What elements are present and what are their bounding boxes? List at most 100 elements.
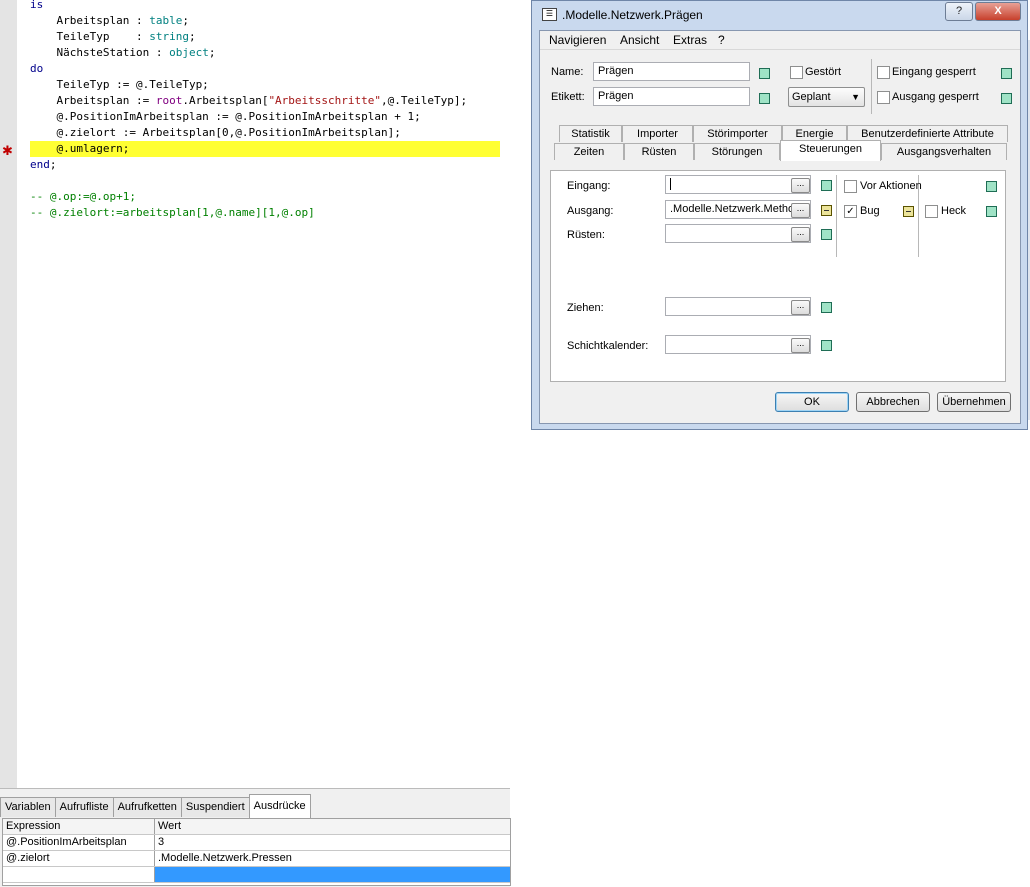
menu-help[interactable]: ? xyxy=(718,33,725,47)
eingang-field[interactable] xyxy=(665,175,811,194)
code-token: @.umlagern; xyxy=(30,142,130,155)
tab-statistik[interactable]: Statistik xyxy=(559,125,622,142)
ok-button[interactable]: OK xyxy=(775,392,849,412)
apply-button[interactable]: Übernehmen xyxy=(937,392,1011,412)
code-line[interactable]: is xyxy=(30,0,510,13)
menu-bar: Navigieren Ansicht Extras ? xyxy=(540,31,1020,50)
ausgang-gesperrt-checkbox[interactable] xyxy=(877,91,890,104)
gestoert-checkbox[interactable] xyxy=(790,66,803,79)
code-token: table xyxy=(149,14,183,27)
code-editor[interactable]: is Arbeitsplan : table; TeileTyp : strin… xyxy=(30,0,510,221)
eingang-gesperrt-checkbox[interactable] xyxy=(877,66,890,79)
ausgang-field[interactable]: .Modelle.Netzwerk.Methode xyxy=(665,200,811,219)
code-line[interactable]: -- @.zielort:=arbeitsplan[1,@.name][1,@.… xyxy=(30,205,510,221)
tab-steuerungen[interactable]: Steuerungen xyxy=(780,140,881,161)
table-row[interactable]: @.zielort .Modelle.Netzwerk.Pressen xyxy=(3,851,510,867)
ruesten-field[interactable] xyxy=(665,224,811,243)
value-cell[interactable]: .Modelle.Netzwerk.Pressen xyxy=(155,851,510,866)
debug-tabs: Variablen Aufrufliste Aufrufketten Suspe… xyxy=(0,794,311,819)
ziehen-browse-button[interactable]: ... xyxy=(791,300,810,315)
etikett-field[interactable]: Prägen xyxy=(593,87,750,106)
code-line-current[interactable]: @.umlagern; xyxy=(30,141,510,157)
code-line[interactable] xyxy=(30,173,510,189)
ziehen-field[interactable] xyxy=(665,297,811,316)
code-line[interactable]: end; xyxy=(30,157,510,173)
code-line[interactable]: @.zielort := Arbeitsplan[0,@.PositionImA… xyxy=(30,125,510,141)
code-line[interactable]: @.PositionImArbeitsplan := @.PositionImA… xyxy=(30,109,510,125)
window-icon: ☰ xyxy=(542,8,557,21)
eingang-gesperrt-status-icon xyxy=(1001,68,1012,79)
expression-cell[interactable]: @.zielort xyxy=(3,851,155,866)
eingang-browse-button[interactable]: ... xyxy=(791,178,810,193)
tab-suspendiert[interactable]: Suspendiert xyxy=(180,797,250,817)
code-token: ; xyxy=(188,30,196,43)
code-line[interactable]: TeileTyp := @.TeileTyp; xyxy=(30,77,510,93)
code-token: Arbeitsplan := xyxy=(30,94,156,107)
code-token: NächsteStation : xyxy=(30,46,170,59)
menu-extras[interactable]: Extras xyxy=(673,33,707,47)
heck-checkbox[interactable] xyxy=(925,205,938,218)
code-line[interactable]: TeileTyp : string; xyxy=(30,29,510,45)
tab-variablen[interactable]: Variablen xyxy=(0,797,56,817)
bug-checkbox[interactable]: ✓ xyxy=(844,205,857,218)
name-label: Name: xyxy=(551,66,584,78)
table-row[interactable]: @.PositionImArbeitsplan 3 xyxy=(3,835,510,851)
code-token: end xyxy=(30,158,50,171)
divider xyxy=(871,59,872,114)
bug-label: Bug xyxy=(860,205,880,217)
schichtkalender-field[interactable] xyxy=(665,335,811,354)
tab-ausdruecke[interactable]: Ausdrücke xyxy=(248,794,311,819)
code-token: ; xyxy=(49,158,57,171)
table-row-new[interactable] xyxy=(3,867,510,883)
tab-importer[interactable]: Importer xyxy=(622,125,693,142)
tab-aufrufliste[interactable]: Aufrufliste xyxy=(54,797,114,817)
name-field[interactable]: Prägen xyxy=(593,62,750,81)
geplant-value: Geplant xyxy=(792,91,831,103)
title-bar[interactable]: ☰ .Modelle.Netzwerk.Prägen ? X xyxy=(532,1,1027,29)
tab-ruesten[interactable]: Rüsten xyxy=(624,143,694,160)
code-line[interactable]: do xyxy=(30,61,510,77)
expression-cell-empty[interactable] xyxy=(3,867,155,882)
grid-header: Expression Wert xyxy=(3,819,510,835)
code-token: -- @.zielort:=arbeitsplan[1,@.name][1,@.… xyxy=(30,206,315,219)
tab-ausgangsverhalten[interactable]: Ausgangsverhalten xyxy=(881,143,1007,160)
ruesten-label: Rüsten: xyxy=(567,229,605,241)
value-cell[interactable]: 3 xyxy=(155,835,510,850)
schichtkalender-label: Schichtkalender: xyxy=(567,340,649,352)
breakpoint-marker-icon[interactable]: ✱ xyxy=(2,144,13,159)
gestoert-label: Gestört xyxy=(805,66,842,78)
menu-navigieren[interactable]: Navigieren xyxy=(549,33,606,47)
code-line[interactable]: Arbeitsplan := root.Arbeitsplan["Arbeits… xyxy=(30,93,510,109)
ruesten-browse-button[interactable]: ... xyxy=(791,227,810,242)
chevron-down-icon: ▼ xyxy=(851,92,860,102)
heck-status-icon xyxy=(986,206,997,217)
column-header-expression[interactable]: Expression xyxy=(3,819,155,834)
cancel-button[interactable]: Abbrechen xyxy=(856,392,930,412)
tab-stoerimporter[interactable]: Störimporter xyxy=(693,125,782,142)
ausgang-browse-button[interactable]: ... xyxy=(791,203,810,218)
steuerungen-page: Eingang: ... Ausgang: .Modelle.Netzwerk.… xyxy=(550,170,1006,382)
help-button[interactable]: ? xyxy=(945,2,973,21)
schichtkalender-browse-button[interactable]: ... xyxy=(791,338,810,353)
code-line[interactable]: -- @.op:=@.op+1; xyxy=(30,189,510,205)
menu-ansicht[interactable]: Ansicht xyxy=(620,33,659,47)
tab-aufrufketten[interactable]: Aufrufketten xyxy=(112,797,182,817)
tab-stoerungen[interactable]: Störungen xyxy=(694,143,780,160)
geplant-select[interactable]: Geplant ▼ xyxy=(788,87,865,107)
divider xyxy=(836,175,837,257)
code-token: .Arbeitsplan[ xyxy=(182,94,269,107)
column-header-wert[interactable]: Wert xyxy=(155,819,510,834)
expressions-grid: Expression Wert @.PositionImArbeitsplan … xyxy=(2,818,511,886)
code-line[interactable]: Arbeitsplan : table; xyxy=(30,13,510,29)
dialog-client: Navigieren Ansicht Extras ? Name: Prägen… xyxy=(539,30,1021,424)
ausgang-gesperrt-status-icon xyxy=(1001,93,1012,104)
expression-cell[interactable]: @.PositionImArbeitsplan xyxy=(3,835,155,850)
code-line[interactable]: NächsteStation : object; xyxy=(30,45,510,61)
tab-zeiten[interactable]: Zeiten xyxy=(554,143,624,160)
value-cell-selected[interactable] xyxy=(155,867,510,882)
code-token: is xyxy=(30,0,44,11)
vor-aktionen-checkbox[interactable] xyxy=(844,180,857,193)
close-button[interactable]: X xyxy=(975,2,1021,21)
vor-aktionen-label: Vor Aktionen xyxy=(860,180,922,192)
ausgang-gesperrt-label: Ausgang gesperrt xyxy=(892,91,979,103)
